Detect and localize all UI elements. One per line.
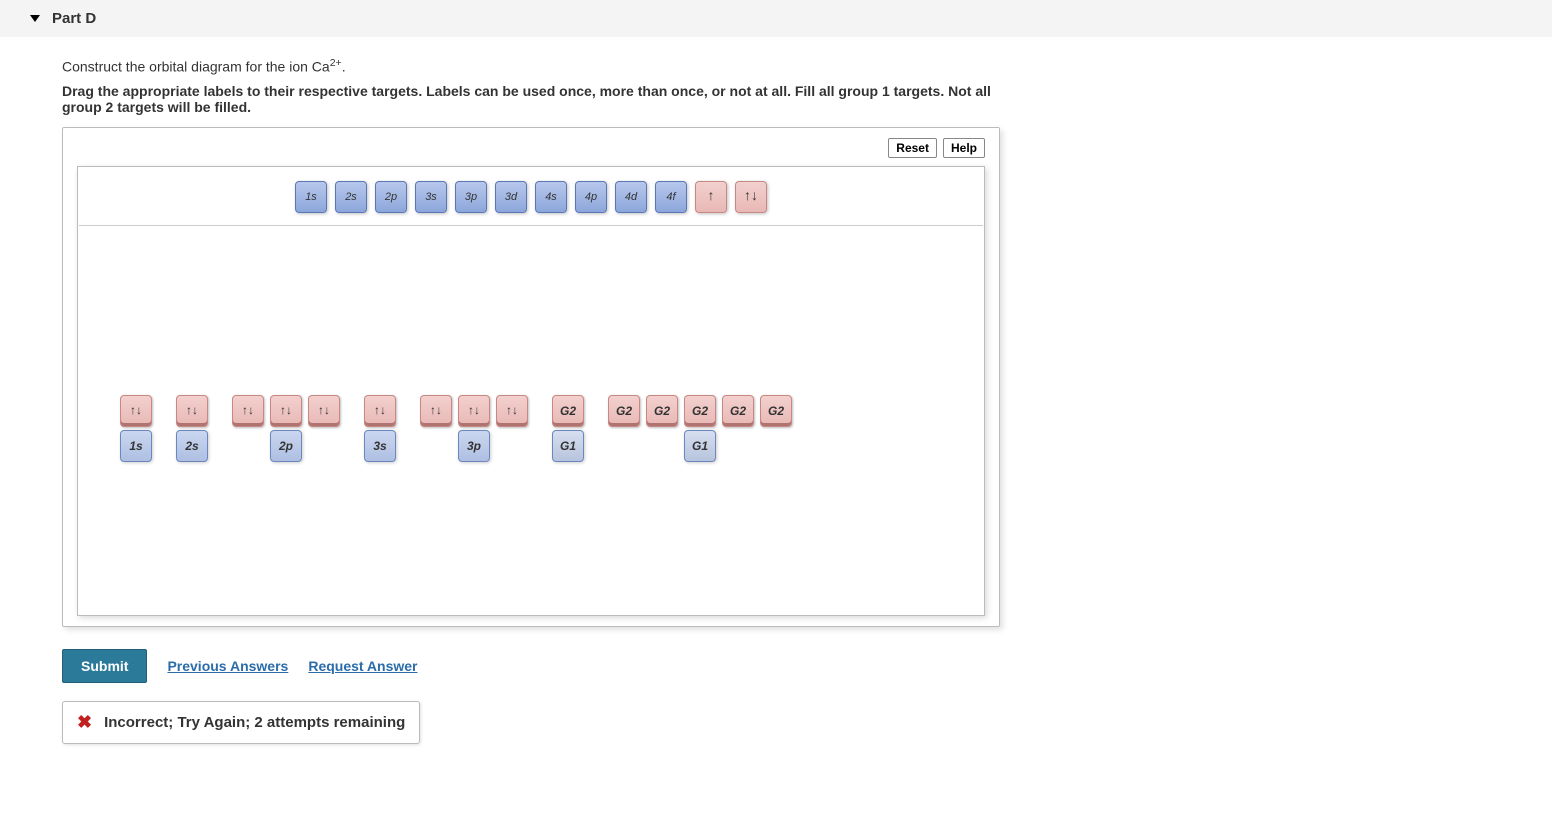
slot-3s-label[interactable]: 3s [364,430,396,462]
part-title: Part D [52,10,96,27]
previous-answers-link[interactable]: Previous Answers [167,658,288,674]
slot-2p-e2[interactable]: ↑↓ [270,395,302,427]
ion-superscript: 2+ [330,57,342,69]
slot-1s-label[interactable]: 1s [120,430,152,462]
palette-tile-4s[interactable]: 4s [535,181,567,213]
palette-tile-1s[interactable]: 1s [295,181,327,213]
feedback-box: ✖ Incorrect; Try Again; 2 attempts remai… [62,701,420,744]
palette-tile-3s[interactable]: 3s [415,181,447,213]
submit-button[interactable]: Submit [62,649,147,683]
prompt-prefix: Construct the orbital diagram for the io… [62,59,312,75]
slot-3p-e1[interactable]: ↑↓ [420,395,452,427]
help-button[interactable]: Help [943,138,985,158]
palette-tile-3p[interactable]: 3p [455,181,487,213]
palette-tile-4p[interactable]: 4p [575,181,607,213]
palette-tile-arrow-pair[interactable]: ↑↓ [735,181,767,213]
slot-3p-label[interactable]: 3p [458,430,490,462]
slot-2p-label[interactable]: 2p [270,430,302,462]
slot-g2-b1[interactable]: G2 [608,395,640,427]
workspace: Reset Help 1s 2s 2p 3s 3p 3d 4s 4p 4d 4f… [62,127,1000,627]
tools-row: Reset Help [77,138,985,158]
palette-tile-arrow-up[interactable]: ↑ [695,181,727,213]
slot-g2-b5[interactable]: G2 [760,395,792,427]
slot-2p-e3[interactable]: ↑↓ [308,395,340,427]
cluster-3s: ↑↓ 3s [364,395,396,462]
caret-down-icon [30,15,40,22]
slot-1s-e[interactable]: ↑↓ [120,395,152,427]
slot-g1-a[interactable]: G1 [552,430,584,462]
part-header[interactable]: Part D [0,0,1552,37]
slot-2s-label[interactable]: 2s [176,430,208,462]
palette-tile-2s[interactable]: 2s [335,181,367,213]
slot-g2-b3[interactable]: G2 [684,395,716,427]
slot-g1-b[interactable]: G1 [684,430,716,462]
palette-tile-2p[interactable]: 2p [375,181,407,213]
canvas: 1s 2s 2p 3s 3p 3d 4s 4p 4d 4f ↑ ↑↓ ↑↓ [77,166,985,616]
prompt-line-1: Construct the orbital diagram for the io… [62,57,1000,75]
cluster-g-single: G2 G1 [552,395,584,462]
cluster-1s: ↑↓ 1s [120,395,152,462]
slot-3p-e2[interactable]: ↑↓ [458,395,490,427]
cluster-3p: ↑↓ ↑↓ ↑↓ 3p [420,395,528,462]
slot-g2-a[interactable]: G2 [552,395,584,427]
reset-button[interactable]: Reset [888,138,937,158]
prompt-suffix: . [342,59,346,75]
cluster-g-five: G2 G2 G2 G2 G2 G1 [608,395,792,462]
cluster-2s: ↑↓ 2s [176,395,208,462]
palette-tile-4d[interactable]: 4d [615,181,647,213]
answer-area: ↑↓ 1s ↑↓ 2s ↑↓ ↑↓ ↑↓ [120,395,792,462]
cluster-2p: ↑↓ ↑↓ ↑↓ 2p [232,395,340,462]
slot-g2-b4[interactable]: G2 [722,395,754,427]
slot-2s-e[interactable]: ↑↓ [176,395,208,427]
feedback-text: Incorrect; Try Again; 2 attempts remaini… [104,714,405,731]
slot-3p-e3[interactable]: ↑↓ [496,395,528,427]
content-area: Construct the orbital diagram for the io… [0,37,1020,764]
incorrect-x-icon: ✖ [77,712,92,733]
slot-3s-e[interactable]: ↑↓ [364,395,396,427]
palette-tile-4f[interactable]: 4f [655,181,687,213]
palette-tile-3d[interactable]: 3d [495,181,527,213]
palette-row: 1s 2s 2p 3s 3p 3d 4s 4p 4d 4f ↑ ↑↓ [79,167,983,226]
slot-2p-e1[interactable]: ↑↓ [232,395,264,427]
ion-base: Ca [312,59,330,75]
prompt-line-2: Drag the appropriate labels to their res… [62,83,1000,115]
slot-g2-b2[interactable]: G2 [646,395,678,427]
request-answer-link[interactable]: Request Answer [308,658,417,674]
actions-row: Submit Previous Answers Request Answer [62,649,1000,683]
